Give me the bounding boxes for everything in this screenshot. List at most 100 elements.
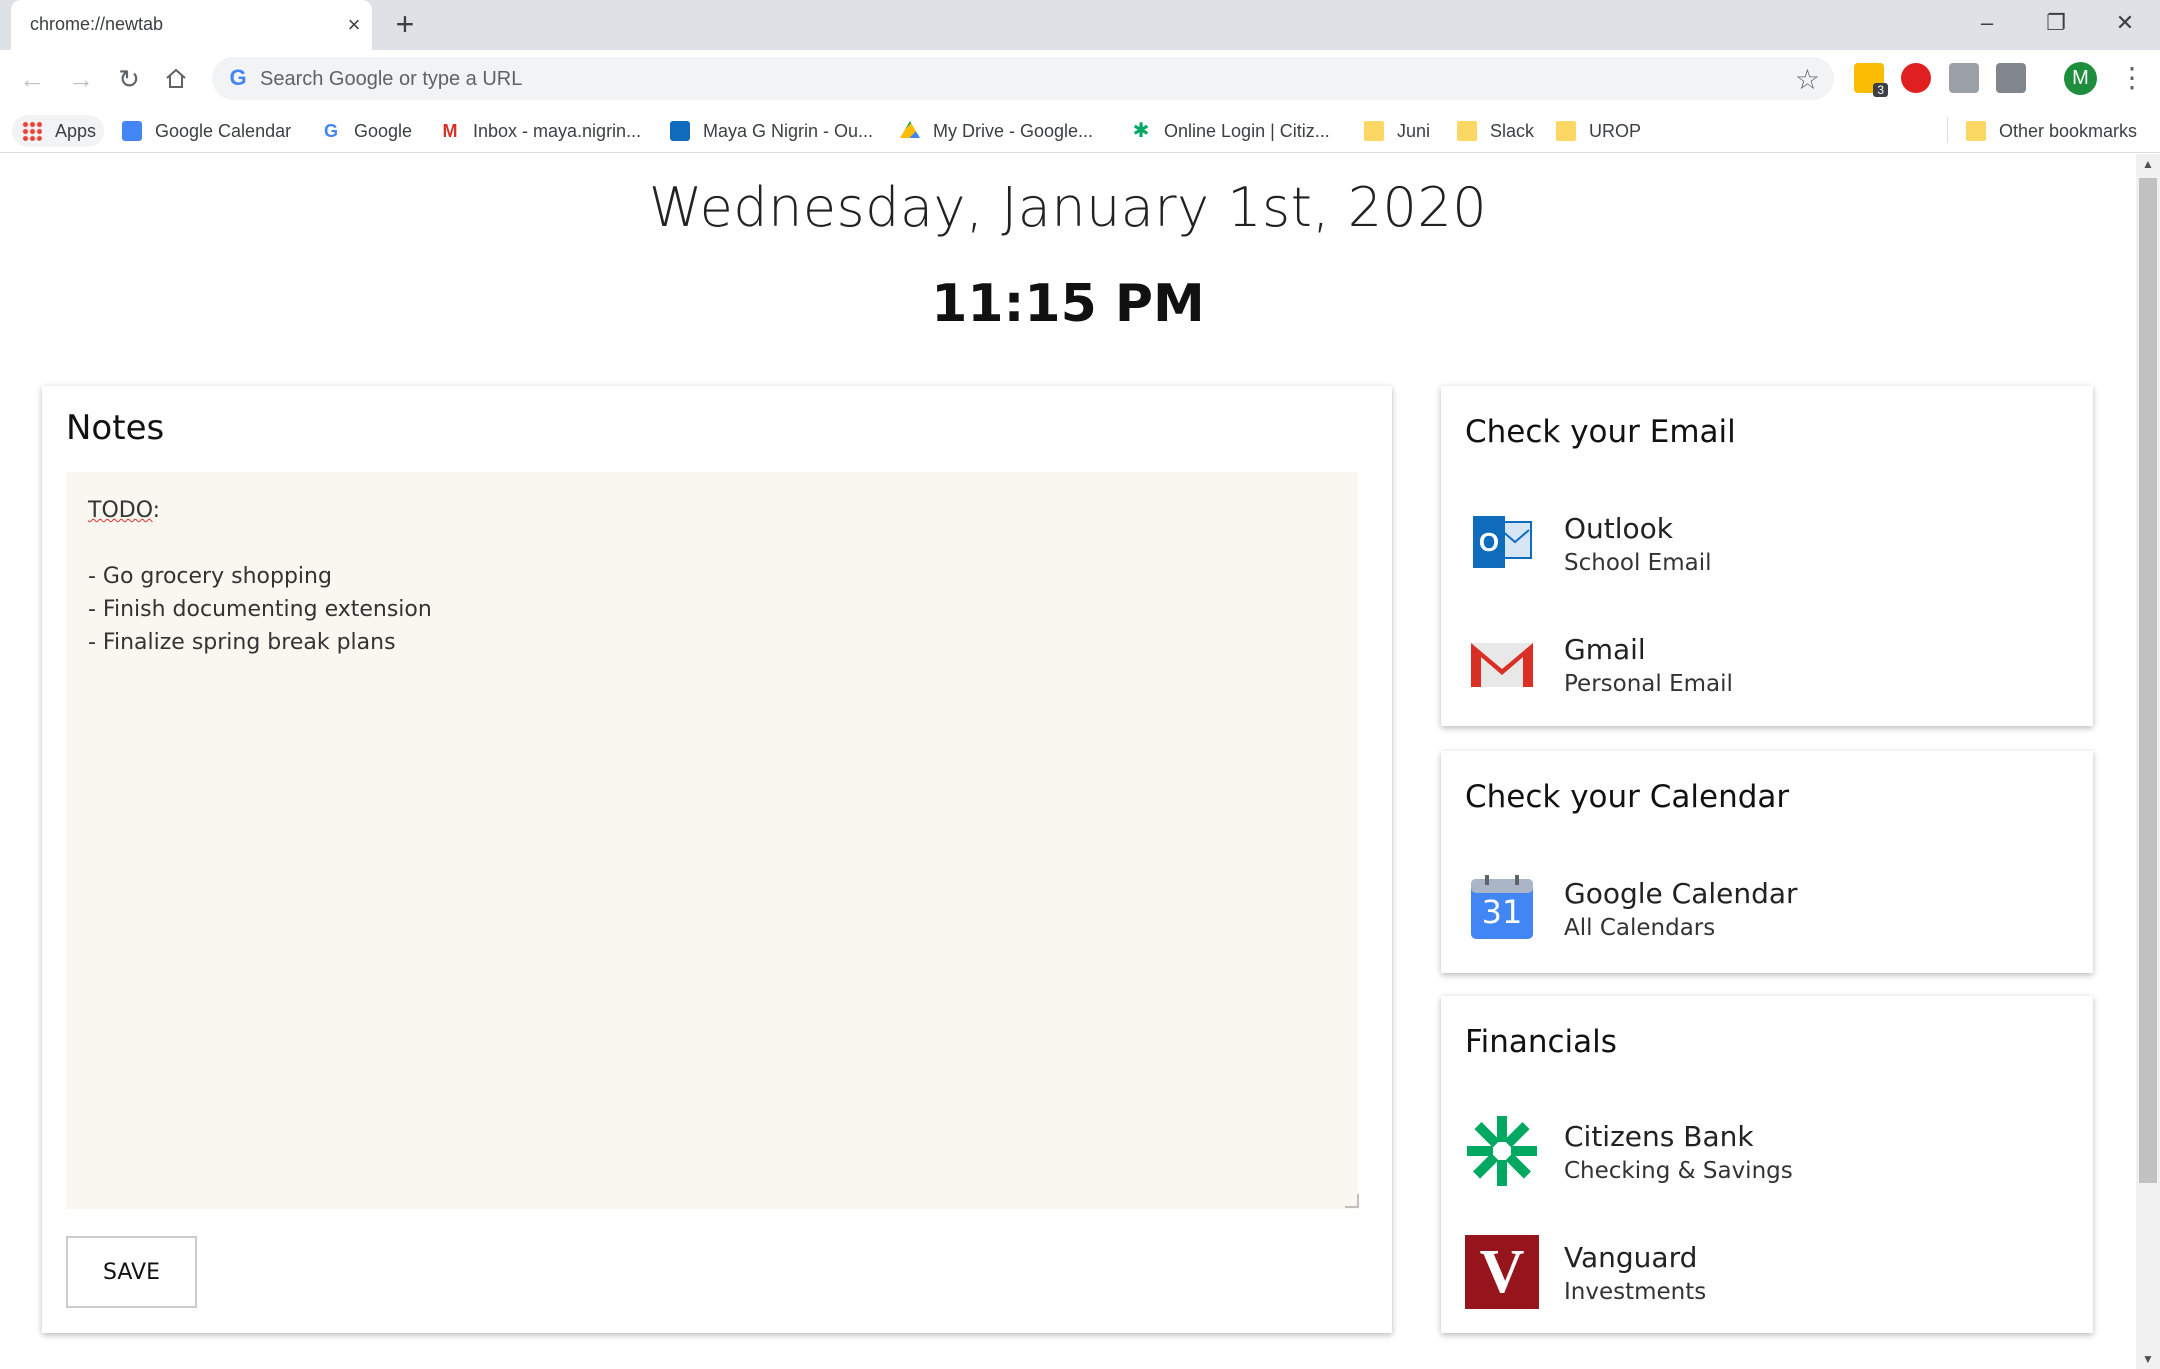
m-extension-icon[interactable]	[1996, 63, 2026, 93]
apps-grid-icon	[22, 121, 42, 141]
bookmark-apps[interactable]: Apps	[12, 115, 105, 147]
drive-icon	[900, 121, 920, 138]
profile-avatar[interactable]: M	[2064, 62, 2097, 95]
bookmarks-divider	[1947, 117, 1948, 143]
bookmark-label: Google	[354, 120, 413, 141]
link-name: Citizens Bank	[1564, 1120, 1754, 1153]
bookmark-label: Apps	[55, 120, 97, 141]
bookmark-label: Juni	[1397, 120, 1431, 141]
extension-badge: 3	[1873, 83, 1888, 97]
calendar-card-title: Check your Calendar	[1465, 779, 1790, 815]
outlook-icon	[670, 121, 690, 141]
gmail-icon	[1471, 643, 1533, 687]
link-subtitle: Checking & Savings	[1564, 1158, 1793, 1184]
email-card: Check your Email O Outlook School Email …	[1441, 386, 2093, 726]
bookmark-label: Online Login | Citiz...	[1164, 120, 1330, 141]
bookmark-label: Other bookmarks	[1999, 120, 2138, 141]
gmail-link[interactable]: Gmail Personal Email	[1465, 627, 2065, 717]
chrome-menu-icon[interactable]: ⋮	[2118, 60, 2146, 96]
bookmark-label: My Drive - Google...	[933, 120, 1094, 141]
notes-line: - Go grocery shopping	[88, 564, 332, 589]
bookmark-star-icon[interactable]: ☆	[1795, 63, 1820, 96]
email-card-title: Check your Email	[1465, 414, 1736, 450]
home-icon[interactable]	[157, 60, 195, 98]
folder-icon	[1457, 121, 1477, 141]
scrollbar-thumb[interactable]	[2139, 178, 2157, 1183]
page-scrollbar[interactable]: ▲ ▼	[2136, 154, 2160, 1369]
omnibox[interactable]: G Search Google or type a URL ☆	[212, 57, 1834, 100]
browser-toolbar: ← → ↻ G Search Google or type a URL ☆ 3 …	[0, 50, 2160, 107]
bookmark-outlook[interactable]: Maya G Nigrin - Ou...	[670, 115, 873, 147]
link-subtitle: Investments	[1564, 1279, 1707, 1305]
financials-card: Financials Citizens Bank Checking & Savi…	[1441, 996, 2093, 1333]
calendar-icon-day: 31	[1481, 893, 1523, 931]
google-calendar-link[interactable]: 31 Google Calendar All Calendars	[1465, 871, 2065, 961]
scroll-up-arrow-icon[interactable]: ▲	[2136, 154, 2160, 174]
bookmark-google[interactable]: G Google	[321, 115, 412, 147]
bookmark-my-drive[interactable]: My Drive - Google...	[900, 115, 1093, 147]
citizens-bank-icon	[1467, 1116, 1537, 1186]
bookmark-other-bookmarks[interactable]: Other bookmarks	[1966, 115, 2137, 147]
restore-icon[interactable]: ❐	[2036, 6, 2076, 40]
new-tab-button[interactable]: +	[389, 8, 421, 40]
link-name: Google Calendar	[1564, 877, 1798, 910]
bookmark-label: Slack	[1490, 120, 1535, 141]
bookmark-label: UROP	[1589, 120, 1642, 141]
bookmark-folder-slack[interactable]: Slack	[1457, 115, 1534, 147]
calendar-icon	[122, 121, 142, 141]
folder-icon	[1556, 121, 1576, 141]
notes-line: - Finish documenting extension	[88, 597, 432, 622]
bookmark-label: Maya G Nigrin - Ou...	[703, 120, 874, 141]
omnibox-placeholder: Search Google or type a URL	[260, 68, 523, 90]
adblock-extension-icon[interactable]	[1901, 63, 1931, 93]
minimize-icon[interactable]: –	[1967, 6, 2007, 40]
link-name: Outlook	[1564, 512, 1674, 545]
link-name: Vanguard	[1564, 1241, 1698, 1274]
save-button[interactable]: SAVE	[66, 1236, 197, 1308]
browser-titlebar: chrome://newtab × + – ❐ ✕	[0, 0, 2160, 50]
link-subtitle: School Email	[1564, 550, 1712, 576]
notes-line: - Finalize spring break plans	[88, 630, 396, 655]
outlook-link[interactable]: O Outlook School Email	[1465, 506, 2065, 596]
google-g-icon: G	[229, 65, 247, 90]
textarea-resize-handle[interactable]	[1345, 1194, 1359, 1208]
vanguard-icon-letter: V	[1479, 1238, 1525, 1306]
outlook-icon: O	[1473, 516, 1532, 568]
todo-word: TODO	[88, 498, 153, 523]
gmail-icon: M	[442, 121, 458, 141]
time-heading: 11:15 PM	[931, 274, 1205, 334]
vanguard-icon: V	[1465, 1235, 1539, 1309]
close-window-icon[interactable]: ✕	[2105, 6, 2145, 40]
notes-card: Notes TODO: - Go grocery shopping - Fini…	[42, 386, 1392, 1333]
google-g-icon: G	[323, 121, 338, 141]
notes-title: Notes	[66, 408, 165, 448]
link-subtitle: Personal Email	[1564, 671, 1733, 697]
citizens-bank-link[interactable]: Citizens Bank Checking & Savings	[1465, 1114, 2065, 1204]
bookmark-label: Inbox - maya.nigrin...	[473, 120, 642, 141]
tab-close-icon[interactable]: ×	[340, 11, 368, 39]
newtab-page: Wednesday, January 1st, 2020 11:15 PM No…	[0, 154, 2136, 1369]
pdf-extension-icon[interactable]	[1949, 63, 1979, 93]
bookmarks-bar: Apps Google Calendar G Google M Inbox - …	[0, 107, 2160, 153]
bookmark-citizens[interactable]: ✱ Online Login | Citiz...	[1131, 115, 1330, 147]
folder-icon	[1364, 121, 1384, 141]
back-arrow-icon[interactable]: ←	[13, 60, 51, 98]
notes-textarea[interactable]: TODO: - Go grocery shopping - Finish doc…	[66, 472, 1358, 1209]
bookmark-inbox[interactable]: M Inbox - maya.nigrin...	[440, 115, 642, 147]
bookmark-folder-urop[interactable]: UROP	[1556, 115, 1641, 147]
citizens-icon: ✱	[1132, 120, 1150, 142]
scroll-down-arrow-icon[interactable]: ▼	[2136, 1349, 2160, 1369]
financials-card-title: Financials	[1465, 1024, 1617, 1060]
svg-text:O: O	[1479, 527, 1499, 557]
extension-notes-icon[interactable]: 3	[1854, 63, 1888, 97]
bookmark-folder-juni[interactable]: Juni	[1364, 115, 1430, 147]
link-subtitle: All Calendars	[1564, 915, 1716, 941]
link-name: Gmail	[1564, 633, 1646, 666]
todo-suffix: :	[152, 498, 161, 523]
bookmark-label: Google Calendar	[155, 120, 292, 141]
forward-arrow-icon[interactable]: →	[62, 60, 100, 98]
reload-icon[interactable]: ↻	[110, 60, 148, 98]
vanguard-link[interactable]: V Vanguard Investments	[1465, 1235, 2065, 1325]
browser-tab-newtab[interactable]: chrome://newtab ×	[11, 0, 372, 50]
bookmark-google-calendar[interactable]: Google Calendar	[122, 115, 291, 147]
